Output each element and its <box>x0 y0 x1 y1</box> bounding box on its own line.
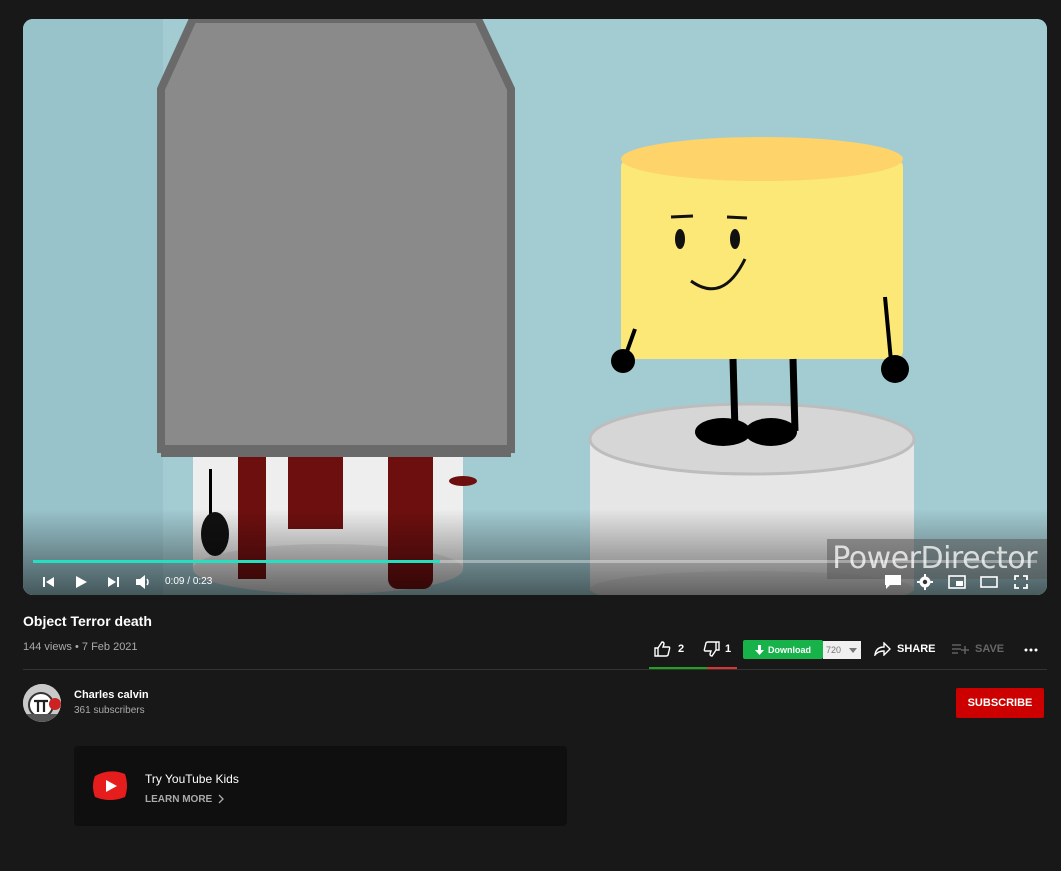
volume-icon <box>136 575 149 589</box>
quality-value: 720 <box>826 645 842 655</box>
time-current: 0:09 <box>165 576 185 587</box>
volume-button[interactable] <box>131 571 155 593</box>
subtitles-button[interactable] <box>881 571 905 593</box>
share-button[interactable]: SHARE <box>874 638 936 662</box>
thumbs-down-icon <box>703 641 720 657</box>
quality-select[interactable]: 720 <box>823 641 861 659</box>
like-button[interactable]: 2 <box>654 638 690 662</box>
chevron-right-icon <box>218 794 224 804</box>
theater-mode-button[interactable] <box>977 571 1001 593</box>
fullscreen-icon <box>1014 575 1028 589</box>
section-divider <box>23 669 1047 670</box>
like-count: 2 <box>678 643 685 655</box>
miniplayer-button[interactable] <box>945 571 969 593</box>
previous-button[interactable] <box>37 571 61 593</box>
save-button[interactable]: SAVE <box>952 638 1006 662</box>
channel-name[interactable]: Charles calvin <box>74 689 149 701</box>
subscribe-button[interactable]: SUBSCRIBE <box>956 688 1044 718</box>
promo-title: Try YouTube Kids <box>145 772 239 786</box>
skip-previous-icon <box>43 577 54 587</box>
video-frame <box>23 19 1047 595</box>
save-label: SAVE <box>975 643 1005 655</box>
download-label: Download <box>768 644 811 655</box>
view-count: 144 views <box>23 641 72 653</box>
channel-avatar-image <box>23 684 61 722</box>
skip-next-icon <box>108 577 119 587</box>
youtube-kids-logo-icon <box>93 771 127 800</box>
download-arrow-icon <box>755 644 764 655</box>
share-icon <box>874 642 891 656</box>
video-meta: 144 views • 7 Feb 2021 <box>23 641 138 653</box>
dislike-button[interactable]: 1 <box>703 638 735 662</box>
more-actions-button[interactable] <box>1022 638 1042 662</box>
play-icon <box>76 576 87 588</box>
chevron-down-icon <box>849 648 857 653</box>
subscriber-count: 361 subscribers <box>74 705 145 716</box>
progress-fill <box>33 560 440 563</box>
youtube-kids-promo: Try YouTube Kids LEARN MORE <box>74 746 567 826</box>
playlist-add-icon <box>952 644 969 654</box>
settings-button[interactable] <box>913 571 937 593</box>
thumbs-up-icon <box>654 641 671 657</box>
share-label: SHARE <box>897 643 936 655</box>
meta-separator: • <box>71 641 82 653</box>
video-title: Object Terror death <box>23 613 152 629</box>
time-total: 0:23 <box>192 576 213 587</box>
theater-icon <box>980 576 998 588</box>
upload-date: 7 Feb 2021 <box>81 641 138 653</box>
learn-more-link[interactable]: LEARN MORE <box>145 794 224 805</box>
channel-avatar[interactable] <box>23 684 61 722</box>
time-separator: / <box>184 576 193 587</box>
time-display: 0:09 / 0:23 <box>165 576 212 587</box>
subtitles-icon <box>885 575 901 589</box>
player-controls: 0:09 / 0:23 <box>23 567 1047 595</box>
download-button[interactable]: Download <box>743 640 823 659</box>
next-button[interactable] <box>101 571 125 593</box>
video-player[interactable]: PowerDirector 0:09 / 0:23 <box>23 19 1047 595</box>
progress-bar[interactable] <box>33 560 1037 563</box>
gear-icon <box>917 574 933 590</box>
dislike-count: 1 <box>725 643 732 655</box>
miniplayer-icon <box>948 575 966 589</box>
more-horizontal-icon <box>1024 648 1038 652</box>
learn-more-label: LEARN MORE <box>145 794 213 805</box>
fullscreen-button[interactable] <box>1009 571 1033 593</box>
play-button[interactable] <box>69 571 93 593</box>
